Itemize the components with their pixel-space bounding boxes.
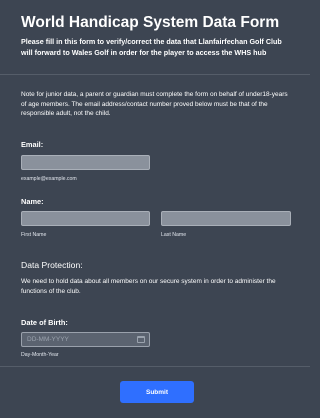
submit-button[interactable]: Submit — [120, 381, 194, 403]
page-subtitle: Please fill in this form to verify/corre… — [21, 37, 282, 57]
email-field[interactable] — [21, 155, 150, 170]
page-title: World Handicap System Data Form — [21, 14, 280, 31]
data-protection-heading: Data Protection: — [21, 260, 83, 270]
email-label: Email: — [21, 140, 44, 149]
email-hint: example@example.com — [21, 176, 77, 182]
first-name-field[interactable] — [21, 211, 150, 226]
dob-placeholder: DD-MM-YYYY — [27, 336, 69, 343]
form-footer: Submit — [0, 366, 310, 418]
junior-note: Note for junior data, a parent or guardi… — [21, 91, 288, 118]
dob-field[interactable]: DD-MM-YYYY — [21, 332, 150, 347]
name-label: Name: — [21, 197, 44, 206]
first-name-sublabel: First Name — [21, 232, 47, 238]
last-name-sublabel: Last Name — [161, 232, 187, 238]
dob-hint: Day-Month-Year — [21, 352, 59, 358]
form-header: World Handicap System Data Form Please f… — [0, 0, 310, 75]
data-protection-text: We need to hold data about all members o… — [21, 278, 276, 295]
calendar-icon[interactable] — [137, 336, 145, 343]
last-name-field[interactable] — [161, 211, 291, 226]
dob-label: Date of Birth: — [21, 318, 68, 327]
